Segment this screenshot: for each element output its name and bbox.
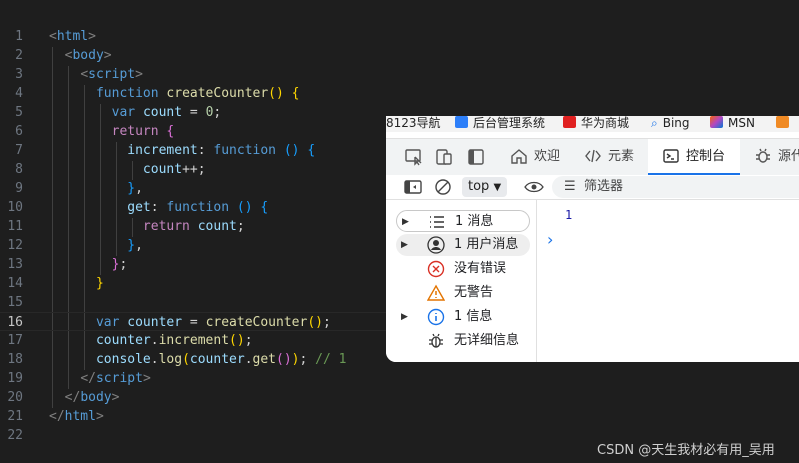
- bug-icon: [756, 148, 770, 163]
- line-number: 11: [7, 219, 23, 234]
- dock-side-icon[interactable]: [466, 147, 486, 167]
- code-line[interactable]: 19 </script>: [0, 369, 799, 388]
- line-number: 21: [7, 409, 23, 424]
- devtools-tab-bar: 欢迎 元素 控制台 源代: [386, 138, 799, 176]
- console-log-value: 1: [565, 208, 573, 222]
- console-icon: [663, 149, 679, 163]
- user-icon: [427, 236, 445, 254]
- code-line[interactable]: 21 </html>: [0, 407, 799, 426]
- msn-logo-icon: [710, 116, 723, 128]
- code-line[interactable]: 2 <body>: [0, 46, 799, 65]
- watermark: CSDN @天生我材必有用_吴用: [597, 443, 775, 458]
- sidebar-item-errors[interactable]: 没有错误: [396, 258, 530, 280]
- device-emulation-icon[interactable]: [434, 147, 454, 167]
- code-line[interactable]: 4 function createCounter() {: [0, 84, 799, 103]
- inspect-element-icon[interactable]: [404, 147, 424, 167]
- list-icon: [430, 216, 444, 228]
- line-number: 13: [7, 257, 23, 272]
- search-icon: ⌕: [651, 116, 658, 130]
- line-number: 5: [15, 105, 23, 120]
- line-number: 15: [7, 295, 23, 310]
- line-number: 22: [7, 428, 23, 443]
- eye-icon[interactable]: [524, 180, 544, 194]
- console-output-area[interactable]: 1 ›: [537, 200, 799, 362]
- code-brackets-icon: [585, 149, 601, 163]
- huawei-logo-icon: [563, 116, 576, 128]
- line-number: 3: [15, 67, 23, 82]
- tab-console[interactable]: 控制台: [648, 139, 740, 175]
- bug-icon: [429, 333, 443, 348]
- bookmark-msn[interactable]: MSN: [710, 116, 755, 132]
- clear-console-icon[interactable]: [434, 178, 452, 196]
- filter-input[interactable]: ☰ 筛选器: [552, 176, 799, 198]
- bookmark-admin[interactable]: 后台管理系统: [455, 116, 545, 132]
- line-number: 7: [15, 143, 23, 158]
- expand-arrow-icon[interactable]: ▶: [401, 234, 408, 256]
- line-number: 6: [15, 124, 23, 139]
- line-number: 12: [7, 238, 23, 253]
- tab-elements[interactable]: 元素: [580, 139, 638, 175]
- bookmark-bing[interactable]: ⌕ Bing: [651, 116, 690, 132]
- show-sidebar-icon[interactable]: [404, 179, 422, 195]
- line-number: 20: [7, 390, 23, 405]
- line-number: 16: [7, 315, 23, 330]
- line-number: 1: [15, 29, 23, 44]
- filter-icon: ☰: [564, 179, 576, 194]
- tab-welcome[interactable]: 欢迎: [506, 139, 564, 175]
- line-number: 2: [15, 48, 23, 63]
- line-number: 18: [7, 352, 23, 367]
- line-number: 14: [7, 276, 23, 291]
- line-number: 8: [15, 162, 23, 177]
- tab-sources[interactable]: 源代: [750, 139, 799, 175]
- home-icon: [511, 149, 527, 164]
- code-line[interactable]: 3 <script>: [0, 65, 799, 84]
- info-icon: [427, 308, 445, 326]
- browser-devtools-window: 8123导航 后台管理系统 华为商城 ⌕ Bing MSN 欢迎 元素 控制台 源…: [386, 116, 799, 362]
- sidebar-item-info[interactable]: ▶ 1 信息: [396, 306, 530, 328]
- error-icon: [427, 260, 445, 278]
- bookmark-icon: [776, 116, 789, 128]
- line-number: 17: [7, 333, 23, 348]
- console-prompt-icon[interactable]: ›: [547, 230, 553, 249]
- sidebar-item-warnings[interactable]: 无警告: [396, 282, 530, 304]
- line-number: 9: [15, 181, 23, 196]
- expand-arrow-icon[interactable]: ▶: [401, 306, 408, 328]
- console-toolbar: top ▼ ☰ 筛选器: [386, 175, 799, 200]
- sidebar-item-messages[interactable]: ▶ 1 消息: [396, 210, 530, 232]
- warning-icon: [427, 284, 445, 301]
- console-sidebar: ▶ 1 消息 ▶ 1 用户消息 没有错误 无警告 ▶ 1 信息 无详细信息: [386, 200, 537, 362]
- context-selector[interactable]: top ▼: [462, 177, 508, 197]
- bookmarks-bar: 8123导航 后台管理系统 华为商城 ⌕ Bing MSN: [386, 116, 799, 132]
- line-number: 10: [7, 200, 23, 215]
- bookmark-huawei[interactable]: 华为商城: [563, 116, 629, 132]
- sidebar-item-verbose[interactable]: 无详细信息: [396, 330, 530, 352]
- line-number: 4: [15, 86, 23, 101]
- sidebar-item-user-messages[interactable]: ▶ 1 用户消息: [396, 234, 530, 256]
- dropdown-arrow-icon: ▼: [493, 182, 502, 193]
- code-line[interactable]: 20 </body>: [0, 388, 799, 407]
- expand-arrow-icon[interactable]: ▶: [402, 211, 409, 233]
- code-line[interactable]: 1 <html>: [0, 27, 799, 46]
- line-number: 19: [7, 371, 23, 386]
- folder-icon: [455, 116, 468, 128]
- bookmark-overflow[interactable]: [776, 116, 794, 132]
- bookmark-8123[interactable]: 8123导航: [386, 116, 441, 132]
